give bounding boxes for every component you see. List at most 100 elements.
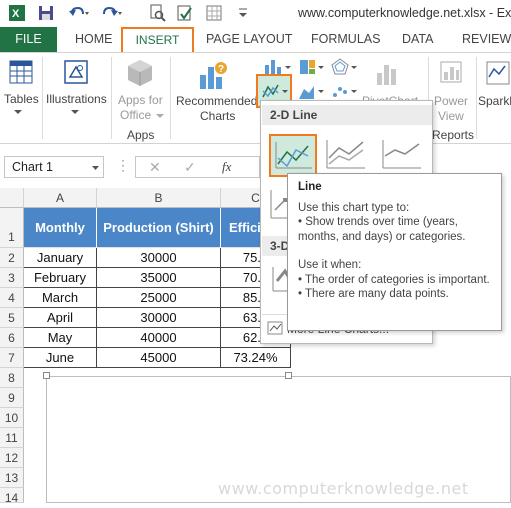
quick-access-toolbar: X www.computerknowledge.net.xlsx - Exce xyxy=(0,0,511,27)
enter-icon[interactable]: ✓ xyxy=(184,159,196,176)
print-preview-icon[interactable] xyxy=(148,4,166,22)
formula-bar-dots: ⋮ xyxy=(116,157,130,173)
line-chart-tooltip: Line Use this chart type to: • Show tren… xyxy=(287,173,502,331)
formula-bar-buttons: ✕ ✓ fx xyxy=(135,156,260,178)
ribbon: Tables Illustrations Apps for Office App… xyxy=(0,52,511,144)
scatter-chart-icon[interactable] xyxy=(330,81,358,101)
apps-group-label: Apps xyxy=(127,128,155,142)
tables-icon[interactable] xyxy=(8,59,34,85)
tab-data[interactable]: DATA xyxy=(402,32,433,46)
table-cell[interactable]: February xyxy=(24,268,97,288)
row-header[interactable]: 3 xyxy=(0,268,24,288)
tables-button[interactable]: Tables xyxy=(4,92,39,106)
row-header[interactable]: 1 xyxy=(0,208,24,248)
grid-icon[interactable] xyxy=(205,4,223,22)
apps-for-office-icon[interactable] xyxy=(124,58,156,88)
undo-icon[interactable] xyxy=(67,4,89,22)
tooltip-title: Line xyxy=(298,181,322,193)
row-header[interactable]: 7 xyxy=(0,348,24,368)
recommended-charts-icon[interactable]: ? xyxy=(196,59,230,91)
row-header[interactable]: 8 xyxy=(0,368,24,388)
more-line-charts-icon xyxy=(267,321,283,335)
row-header[interactable]: 12 xyxy=(0,448,24,468)
table-cell[interactable]: June xyxy=(24,348,97,368)
header-cell-production[interactable]: Production (Shirt) xyxy=(97,208,221,248)
sparklines-icon[interactable] xyxy=(485,59,511,87)
column-header-a[interactable]: A xyxy=(24,188,97,208)
ribbon-separator xyxy=(42,57,43,139)
redo-icon[interactable] xyxy=(100,4,122,22)
row-header[interactable]: 11 xyxy=(0,428,24,448)
row-header[interactable]: 13 xyxy=(0,468,24,488)
power-view-label-2[interactable]: View xyxy=(438,109,464,123)
table-cell[interactable]: 40000 xyxy=(97,328,221,348)
table-cell[interactable]: 35000 xyxy=(97,268,221,288)
table-cell[interactable]: March xyxy=(24,288,97,308)
power-view-icon[interactable] xyxy=(439,59,465,87)
tab-page-layout[interactable]: PAGE LAYOUT xyxy=(206,32,292,46)
tab-file[interactable]: FILE xyxy=(0,27,57,52)
sparklines-label[interactable]: Sparkl xyxy=(478,94,511,108)
reports-group-label: Reports xyxy=(432,128,475,142)
area-chart-icon[interactable] xyxy=(297,81,325,101)
select-all-corner[interactable] xyxy=(0,188,24,208)
ribbon-separator xyxy=(111,57,112,139)
name-box-dropdown-icon[interactable] xyxy=(91,165,100,171)
customize-qat-icon[interactable] xyxy=(237,4,249,22)
row-header[interactable]: 2 xyxy=(0,248,24,268)
tables-dropdown-icon xyxy=(14,110,22,114)
row-header[interactable]: 5 xyxy=(0,308,24,328)
table-cell[interactable]: 30000 xyxy=(97,308,221,328)
cancel-icon[interactable]: ✕ xyxy=(149,159,161,176)
svg-text:X: X xyxy=(12,8,20,20)
table-cell[interactable]: 25000 xyxy=(97,288,221,308)
table-cell[interactable]: January xyxy=(24,248,97,268)
power-view-label-1[interactable]: Power xyxy=(434,94,468,108)
table-cell[interactable]: 45000 xyxy=(97,348,221,368)
row-header[interactable]: 6 xyxy=(0,328,24,348)
tooltip-bullet: • Show trends over time (years, months, … xyxy=(298,216,466,243)
tab-home[interactable]: HOME xyxy=(75,32,113,46)
tab-formulas[interactable]: FORMULAS xyxy=(311,32,380,46)
stacked-line-chart-option[interactable] xyxy=(325,136,369,176)
row-header[interactable]: 4 xyxy=(0,288,24,308)
chart-resize-handle[interactable] xyxy=(43,372,50,379)
recommended-charts-label-1[interactable]: Recommended xyxy=(176,94,257,108)
svg-text:?: ? xyxy=(218,64,224,75)
excel-logo-icon: X xyxy=(8,4,26,22)
ribbon-tabs: FILE HOME INSERT PAGE LAYOUT FORMULAS DA… xyxy=(0,27,511,54)
100-stacked-line-chart-option[interactable] xyxy=(381,136,425,176)
save-icon[interactable] xyxy=(37,4,55,22)
insert-function-icon[interactable]: fx xyxy=(222,159,231,175)
ribbon-separator xyxy=(170,57,171,139)
radar-chart-icon[interactable] xyxy=(330,57,358,77)
table-cell[interactable]: April xyxy=(24,308,97,328)
ribbon-separator xyxy=(476,57,477,139)
chart-resize-handle[interactable] xyxy=(285,372,292,379)
name-box[interactable]: Chart 1 xyxy=(4,156,104,178)
tooltip-use-when: Use it when: xyxy=(298,259,362,271)
recommended-charts-label-2[interactable]: Charts xyxy=(200,109,235,123)
row-header[interactable]: 10 xyxy=(0,408,24,428)
table-cell[interactable]: 30000 xyxy=(97,248,221,268)
tooltip-bullet: • There are many data points. xyxy=(298,288,449,300)
apps-dropdown-icon xyxy=(156,114,164,118)
illustrations-icon[interactable] xyxy=(62,58,90,86)
header-cell-monthly[interactable]: Monthly xyxy=(24,208,97,248)
row-header[interactable]: 14 xyxy=(0,488,24,505)
pivotchart-icon[interactable] xyxy=(374,59,404,87)
name-box-value: Chart 1 xyxy=(12,160,53,174)
spelling-icon[interactable] xyxy=(176,4,194,22)
tooltip-intro: Use this chart type to: xyxy=(298,201,410,214)
table-cell[interactable]: 73.24% xyxy=(221,348,291,368)
table-cell[interactable]: May xyxy=(24,328,97,348)
row-header[interactable]: 9 xyxy=(0,388,24,408)
illustrations-button[interactable]: Illustrations xyxy=(46,92,107,106)
hierarchy-chart-icon[interactable] xyxy=(297,57,325,77)
line-chart-option[interactable] xyxy=(269,134,317,177)
column-header-b[interactable]: B xyxy=(97,188,221,208)
tab-insert[interactable]: INSERT xyxy=(121,27,194,54)
tab-review[interactable]: REVIEW xyxy=(462,32,511,46)
window-title: www.computerknowledge.net.xlsx - Exce xyxy=(298,6,511,20)
apps-for-office-label-1: Apps for xyxy=(118,93,163,107)
